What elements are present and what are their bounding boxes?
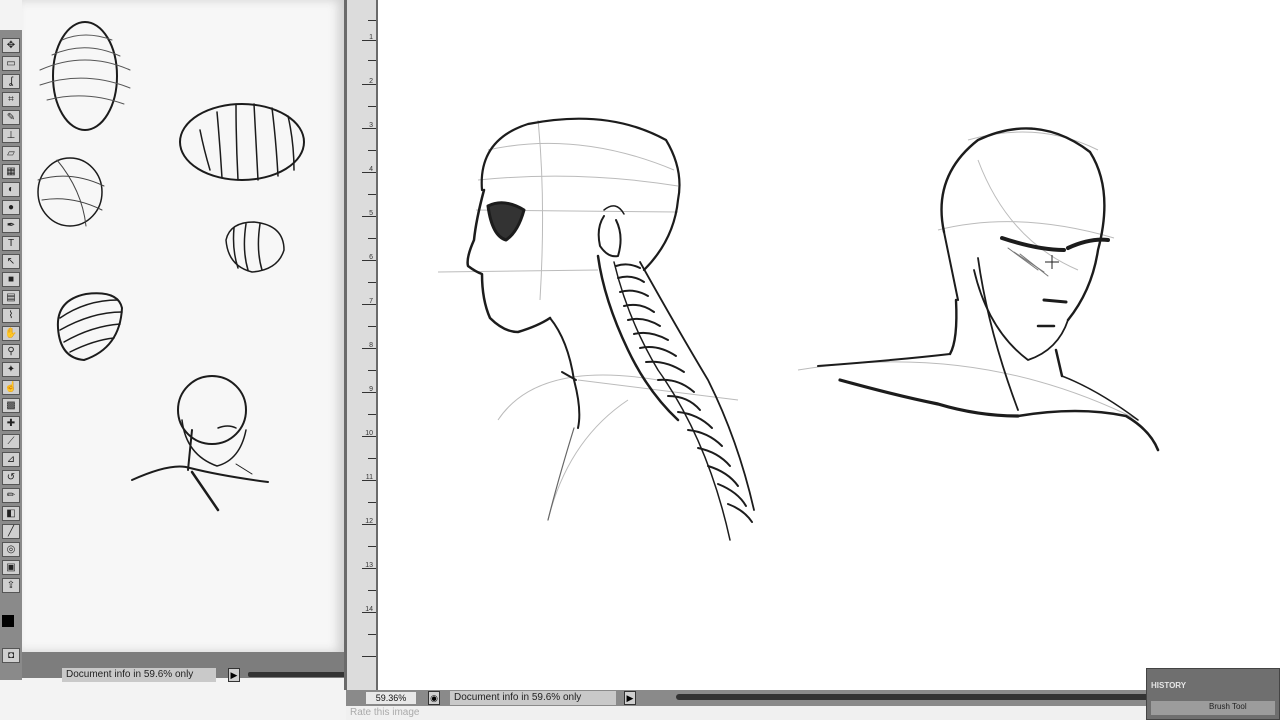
type-tool-icon[interactable]: T [2, 236, 20, 251]
screen-mode-tool-icon[interactable]: ▣ [2, 560, 20, 575]
sponge-tool-icon[interactable]: ▩ [2, 398, 20, 413]
ruler-number: 3 [369, 122, 373, 129]
brush-tool-icon[interactable]: ✎ [2, 110, 20, 125]
ruler-number: 12 [365, 518, 373, 525]
ruler-number: 5 [369, 210, 373, 217]
reference-sketches [37, 21, 305, 512]
ruler-number: 8 [369, 342, 373, 349]
history-panel-title[interactable]: HISTORY [1151, 681, 1186, 690]
hand-tool-icon[interactable]: ✋ [2, 326, 20, 341]
stamp-tool-icon[interactable]: ⊥ [2, 128, 20, 143]
shape-tool-icon[interactable]: ■ [2, 272, 20, 287]
vertical-ruler: 1 2 3 4 5 6 7 8 9 10 11 12 13 14 [344, 0, 378, 690]
main-canvas[interactable] [378, 0, 1280, 690]
ruler-number: 13 [365, 562, 373, 569]
crop-tool-icon[interactable]: ⌗ [2, 92, 20, 107]
footer-strip: Rate this image [346, 706, 1280, 720]
ruler-number: 1 [369, 34, 373, 41]
eyedropper-tool-icon[interactable]: ⌇ [2, 308, 20, 323]
blur-tool-icon[interactable]: ◐ [2, 182, 20, 197]
heal-tool-icon[interactable]: ✚ [2, 416, 20, 431]
history-brush-tool-icon[interactable]: ↺ [2, 470, 20, 485]
fill-tool-icon[interactable]: ◧ [2, 506, 20, 521]
marquee-tool-icon[interactable]: ▭ [2, 56, 20, 71]
reference-status-bar: Document info in 59.6% only ▶ [22, 652, 360, 682]
measure-tool-icon[interactable]: ⊿ [2, 452, 20, 467]
ruler-number: 14 [365, 606, 373, 613]
edit-tool-icon[interactable]: ✦ [2, 362, 20, 377]
status-arrow-icon[interactable]: ▶ [624, 691, 636, 705]
history-panel: HISTORY Brush Tool [1146, 668, 1280, 720]
crosshair-cursor-icon [1045, 255, 1059, 269]
lasso-tool-icon[interactable]: ʆ [2, 74, 20, 89]
mask-tool-icon[interactable]: ◎ [2, 542, 20, 557]
pen-tool-icon[interactable]: ✒ [2, 218, 20, 233]
zoom-level[interactable]: 59.36% [366, 692, 416, 704]
ruler-number: 9 [369, 386, 373, 393]
tool-palette: ✥ ▭ ʆ ⌗ ✎ ⊥ ▱ ▦ ◐ ● ✒ T ↖ ■ ▤ ⌇ ✋ ⚲ ✦ ☝ … [0, 30, 22, 680]
dodge-tool-icon[interactable]: ● [2, 200, 20, 215]
foreground-color-swatch[interactable] [2, 615, 14, 627]
ruler-number: 6 [369, 254, 373, 261]
ruler-number: 11 [365, 474, 373, 481]
history-item-label: Brush Tool [1209, 702, 1247, 711]
slice-tool-icon[interactable]: ⟋ [2, 434, 20, 449]
move-tool-icon[interactable]: ✥ [2, 38, 20, 53]
reference-canvas[interactable] [22, 0, 344, 652]
notes-tool-icon[interactable]: ▤ [2, 290, 20, 305]
main-horizontal-scrollbar[interactable] [676, 694, 1196, 700]
reference-horizontal-scrollbar[interactable] [248, 672, 348, 677]
line-tool-icon[interactable]: ╱ [2, 524, 20, 539]
eraser-tool-icon[interactable]: ▱ [2, 146, 20, 161]
ruler-number: 4 [369, 166, 373, 173]
status-arrow-icon[interactable]: ▶ [228, 668, 240, 682]
head-sketches [437, 117, 1160, 541]
ruler-number: 10 [365, 430, 373, 437]
path-tool-icon[interactable]: ↖ [2, 254, 20, 269]
smudge-tool-icon[interactable]: ☝ [2, 380, 20, 395]
ruler-number: 7 [369, 298, 373, 305]
history-item[interactable]: Brush Tool [1151, 701, 1275, 715]
reference-status-text: Document info in 59.6% only [62, 668, 216, 682]
quick-mask-icon[interactable]: ◘ [2, 648, 20, 663]
pencil-tool-icon[interactable]: ✏ [2, 488, 20, 503]
main-status-text: Document info in 59.6% only [450, 691, 616, 705]
ruler-number: 2 [369, 78, 373, 85]
main-status-bar: 59.36% ◉ Document info in 59.6% only ▶ [346, 690, 1280, 706]
status-menu-icon[interactable]: ◉ [428, 691, 440, 705]
rate-image-label[interactable]: Rate this image [350, 707, 419, 718]
jump-tool-icon[interactable]: ⇪ [2, 578, 20, 593]
zoom-tool-icon[interactable]: ⚲ [2, 344, 20, 359]
gradient-tool-icon[interactable]: ▦ [2, 164, 20, 179]
